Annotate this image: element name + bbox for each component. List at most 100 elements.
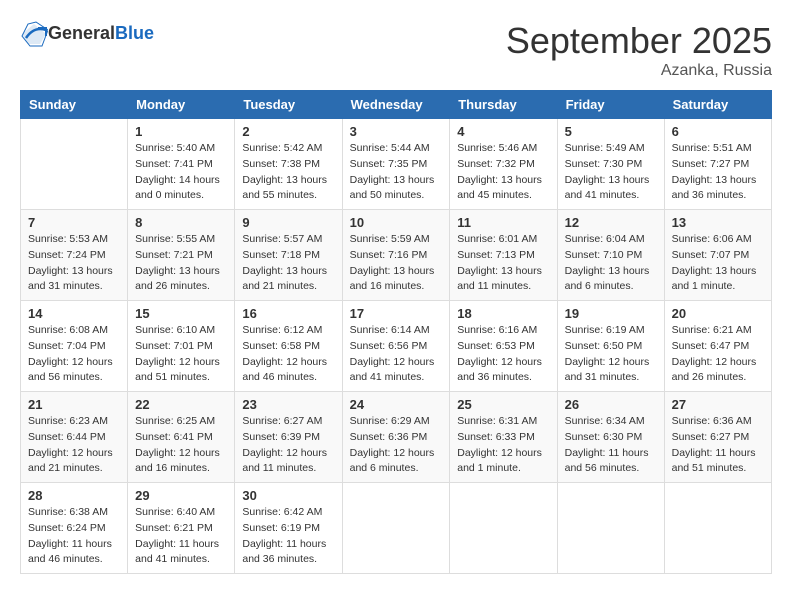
calendar-cell: 12 Sunrise: 6:04 AMSunset: 7:10 PMDayligh…	[557, 210, 664, 301]
calendar-cell: 29Sunrise: 6:40 AMSunset: 6:21 PMDayligh…	[128, 483, 235, 574]
day-number: 7	[28, 215, 120, 230]
day-info: Sunrise: 5:49 AMSunset: 7:30 PMDaylight:…	[565, 141, 657, 204]
day-number: 16	[242, 306, 334, 321]
logo-icon	[20, 20, 48, 48]
day-number: 11	[457, 215, 549, 230]
day-info: Sunrise: 6:23 AMSunset: 6:44 PMDaylight:…	[28, 414, 120, 477]
day-info: Sunrise: 5:55 AMSunset: 7:21 PMDaylight:…	[135, 232, 227, 295]
day-number: 13	[672, 215, 764, 230]
day-info: Sunrise: 5:57 AMSunset: 7:18 PMDaylight:…	[242, 232, 334, 295]
week-row-5: 28Sunrise: 6:38 AMSunset: 6:24 PMDayligh…	[21, 483, 772, 574]
day-info: Sunrise: 6:16 AMSunset: 6:53 PMDaylight:…	[457, 323, 549, 386]
calendar-cell	[21, 119, 128, 210]
weekday-header-sunday: Sunday	[21, 91, 128, 119]
calendar-table: SundayMondayTuesdayWednesdayThursdayFrid…	[20, 90, 772, 574]
day-number: 24	[350, 397, 443, 412]
weekday-header-saturday: Saturday	[664, 91, 771, 119]
calendar-cell: 7 Sunrise: 5:53 AMSunset: 7:24 PMDaylight…	[21, 210, 128, 301]
day-info: Sunrise: 6:06 AMSunset: 7:07 PMDaylight:…	[672, 232, 764, 295]
calendar-cell: 16 Sunrise: 6:12 AMSunset: 6:58 PMDayligh…	[235, 301, 342, 392]
weekday-header-tuesday: Tuesday	[235, 91, 342, 119]
calendar-cell: 4 Sunrise: 5:46 AMSunset: 7:32 PMDaylight…	[450, 119, 557, 210]
day-number: 10	[350, 215, 443, 230]
logo: General Blue	[20, 20, 154, 48]
day-number: 26	[565, 397, 657, 412]
calendar-cell: 10 Sunrise: 5:59 AMSunset: 7:16 PMDayligh…	[342, 210, 450, 301]
day-number: 30	[242, 488, 334, 503]
calendar-cell: 11 Sunrise: 6:01 AMSunset: 7:13 PMDayligh…	[450, 210, 557, 301]
week-row-3: 14Sunrise: 6:08 AMSunset: 7:04 PMDayligh…	[21, 301, 772, 392]
day-info: Sunrise: 6:04 AMSunset: 7:10 PMDaylight:…	[565, 232, 657, 295]
calendar-cell: 8Sunrise: 5:55 AMSunset: 7:21 PMDaylight…	[128, 210, 235, 301]
calendar-cell: 26Sunrise: 6:34 AMSunset: 6:30 PMDayligh…	[557, 392, 664, 483]
day-info: Sunrise: 6:12 AMSunset: 6:58 PMDaylight:…	[242, 323, 334, 386]
day-number: 25	[457, 397, 549, 412]
calendar-cell: 20Sunrise: 6:21 AMSunset: 6:47 PMDayligh…	[664, 301, 771, 392]
logo-blue-text: Blue	[115, 24, 154, 44]
day-info: Sunrise: 5:53 AMSunset: 7:24 PMDaylight:…	[28, 232, 120, 295]
day-number: 15	[135, 306, 227, 321]
day-info: Sunrise: 6:29 AMSunset: 6:36 PMDaylight:…	[350, 414, 443, 477]
calendar-cell: 2 Sunrise: 5:42 AMSunset: 7:38 PMDaylight…	[235, 119, 342, 210]
day-info: Sunrise: 6:19 AMSunset: 6:50 PMDaylight:…	[565, 323, 657, 386]
week-row-4: 21 Sunrise: 6:23 AMSunset: 6:44 PMDayligh…	[21, 392, 772, 483]
day-info: Sunrise: 6:36 AMSunset: 6:27 PMDaylight:…	[672, 414, 764, 477]
day-info: Sunrise: 6:10 AMSunset: 7:01 PMDaylight:…	[135, 323, 227, 386]
day-info: Sunrise: 5:59 AMSunset: 7:16 PMDaylight:…	[350, 232, 443, 295]
calendar-cell: 13 Sunrise: 6:06 AMSunset: 7:07 PMDayligh…	[664, 210, 771, 301]
day-info: Sunrise: 5:40 AMSunset: 7:41 PMDaylight:…	[135, 141, 227, 204]
calendar-cell: 5 Sunrise: 5:49 AMSunset: 7:30 PMDaylight…	[557, 119, 664, 210]
calendar-cell	[342, 483, 450, 574]
calendar-cell: 6 Sunrise: 5:51 AMSunset: 7:27 PMDaylight…	[664, 119, 771, 210]
calendar-cell: 17 Sunrise: 6:14 AMSunset: 6:56 PMDayligh…	[342, 301, 450, 392]
day-number: 3	[350, 124, 443, 139]
day-number: 5	[565, 124, 657, 139]
day-number: 18	[457, 306, 549, 321]
calendar-cell: 27 Sunrise: 6:36 AMSunset: 6:27 PMDayligh…	[664, 392, 771, 483]
day-number: 9	[242, 215, 334, 230]
weekday-header-friday: Friday	[557, 91, 664, 119]
calendar-cell: 28Sunrise: 6:38 AMSunset: 6:24 PMDayligh…	[21, 483, 128, 574]
day-number: 27	[672, 397, 764, 412]
week-row-1: 1 Sunrise: 5:40 AMSunset: 7:41 PMDaylight…	[21, 119, 772, 210]
day-number: 14	[28, 306, 120, 321]
day-number: 19	[565, 306, 657, 321]
month-title: September 2025	[506, 20, 772, 62]
day-info: Sunrise: 6:27 AMSunset: 6:39 PMDaylight:…	[242, 414, 334, 477]
day-info: Sunrise: 6:14 AMSunset: 6:56 PMDaylight:…	[350, 323, 443, 386]
title-block: September 2025 Azanka, Russia	[506, 20, 772, 80]
day-number: 4	[457, 124, 549, 139]
day-number: 6	[672, 124, 764, 139]
calendar-cell: 18 Sunrise: 6:16 AMSunset: 6:53 PMDayligh…	[450, 301, 557, 392]
day-number: 22	[135, 397, 227, 412]
calendar-cell: 24 Sunrise: 6:29 AMSunset: 6:36 PMDayligh…	[342, 392, 450, 483]
day-number: 2	[242, 124, 334, 139]
day-info: Sunrise: 6:31 AMSunset: 6:33 PMDaylight:…	[457, 414, 549, 477]
day-number: 17	[350, 306, 443, 321]
day-info: Sunrise: 5:44 AMSunset: 7:35 PMDaylight:…	[350, 141, 443, 204]
calendar-cell	[664, 483, 771, 574]
calendar-cell: 9 Sunrise: 5:57 AMSunset: 7:18 PMDaylight…	[235, 210, 342, 301]
day-number: 1	[135, 124, 227, 139]
calendar-cell	[557, 483, 664, 574]
week-row-2: 7 Sunrise: 5:53 AMSunset: 7:24 PMDaylight…	[21, 210, 772, 301]
location-title: Azanka, Russia	[506, 62, 772, 80]
day-info: Sunrise: 6:38 AMSunset: 6:24 PMDaylight:…	[28, 505, 120, 568]
calendar-cell: 25 Sunrise: 6:31 AMSunset: 6:33 PMDayligh…	[450, 392, 557, 483]
day-number: 21	[28, 397, 120, 412]
logo-general-text: General	[48, 24, 115, 44]
weekday-header-wednesday: Wednesday	[342, 91, 450, 119]
day-info: Sunrise: 5:46 AMSunset: 7:32 PMDaylight:…	[457, 141, 549, 204]
day-number: 12	[565, 215, 657, 230]
calendar-cell: 15 Sunrise: 6:10 AMSunset: 7:01 PMDayligh…	[128, 301, 235, 392]
day-info: Sunrise: 6:01 AMSunset: 7:13 PMDaylight:…	[457, 232, 549, 295]
day-info: Sunrise: 5:51 AMSunset: 7:27 PMDaylight:…	[672, 141, 764, 204]
calendar-cell: 30Sunrise: 6:42 AMSunset: 6:19 PMDayligh…	[235, 483, 342, 574]
weekday-header-row: SundayMondayTuesdayWednesdayThursdayFrid…	[21, 91, 772, 119]
weekday-header-thursday: Thursday	[450, 91, 557, 119]
calendar-cell: 14Sunrise: 6:08 AMSunset: 7:04 PMDayligh…	[21, 301, 128, 392]
day-info: Sunrise: 5:42 AMSunset: 7:38 PMDaylight:…	[242, 141, 334, 204]
weekday-header-monday: Monday	[128, 91, 235, 119]
calendar-cell: 1 Sunrise: 5:40 AMSunset: 7:41 PMDaylight…	[128, 119, 235, 210]
day-number: 23	[242, 397, 334, 412]
